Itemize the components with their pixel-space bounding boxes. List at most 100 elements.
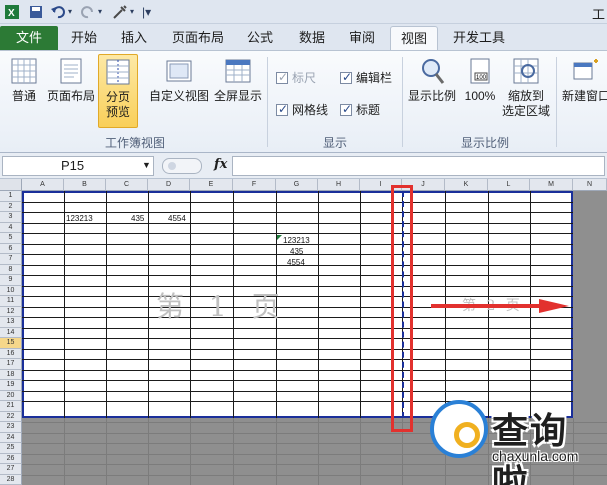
page-layout-view-label: 页面布局 [46,89,95,103]
tab-review[interactable]: 审阅 [342,26,382,50]
row-header[interactable]: 24 [0,432,22,443]
zoom-button[interactable]: 显示比例 [406,57,458,104]
tab-view[interactable]: 视图 [390,26,438,50]
insert-function-button[interactable]: fx [214,157,227,172]
grid-line [22,317,573,318]
tab-file[interactable]: 文件 [0,26,58,50]
row-header[interactable]: 9 [0,275,22,286]
formula-input[interactable] [232,156,605,176]
column-header[interactable]: K [445,179,488,191]
column-header[interactable]: N [573,179,607,191]
tab-home[interactable]: 开始 [62,26,106,50]
row-header[interactable]: 21 [0,401,22,412]
svg-text:X: X [8,8,15,19]
row-header[interactable]: 26 [0,453,22,464]
row-header[interactable]: 16 [0,348,22,359]
zoom-to-selection-label-1: 缩放到 [507,89,544,103]
tab-formulas[interactable]: 公式 [240,26,280,50]
column-header[interactable]: L [488,179,530,191]
row-header[interactable]: 11 [0,296,22,307]
row-header[interactable]: 18 [0,369,22,380]
ribbon-tab-bar: 文件 开始 插入 页面布局 公式 数据 审阅 视图 开发工具 [0,24,607,50]
page-layout-view-button[interactable]: 页面布局 [46,57,96,104]
cell-d3[interactable]: 4554 [168,214,186,224]
row-header[interactable]: 5 [0,233,22,244]
row-header[interactable]: 23 [0,422,22,433]
headings-checkbox[interactable]: 标题 [340,102,381,117]
tab-developer[interactable]: 开发工具 [446,26,512,50]
formula-bar-checkbox[interactable]: 编辑栏 [340,70,392,85]
cell-g6[interactable]: 435 [290,247,303,257]
column-header[interactable]: G [276,179,318,191]
redo-dropdown-icon[interactable]: ▾ [98,4,102,20]
column-header[interactable]: H [318,179,360,191]
row-header[interactable]: 27 [0,464,22,475]
tools-dropdown-icon[interactable]: ▾ [130,4,134,20]
row-header[interactable]: 3 [0,212,22,223]
quick-access-toolbar: X ▾ ▾ ▾ |▾ 工 [0,0,607,24]
ruler-checkbox[interactable]: 标尺 [276,70,316,85]
formula-bar-expand-icon[interactable] [162,158,202,174]
zoom-to-selection-button[interactable]: 缩放到 选定区域 [500,57,552,119]
cell-g7[interactable]: 4554 [287,258,305,268]
tab-insert[interactable]: 插入 [112,26,156,50]
undo-dropdown-icon[interactable]: ▾ [68,4,72,20]
column-header[interactable]: M [530,179,573,191]
tab-data[interactable]: 数据 [292,26,332,50]
column-header[interactable]: D [148,179,190,191]
tab-page-layout[interactable]: 页面布局 [166,26,230,50]
undo-icon[interactable] [50,4,66,20]
svg-text:100: 100 [476,75,487,81]
row-header[interactable]: 1 [0,191,22,202]
zoom-100-icon: 100 [470,58,490,84]
row-header[interactable]: 13 [0,317,22,328]
grid-line [106,191,107,418]
column-header[interactable]: B [64,179,106,191]
show-group-label: 显示 [322,136,347,150]
grid-line [22,359,573,360]
row-header[interactable]: 15 [0,338,22,349]
row-header[interactable]: 2 [0,201,22,212]
ribbon-view: 普通 页面布局 分页 预览 自定义视图 全屏显示 工作簿视图 标尺 编辑栏 网格… [0,50,607,153]
cell-b3[interactable]: 123213 [66,214,93,224]
row-header[interactable]: 4 [0,222,22,233]
full-screen-button[interactable]: 全屏显示 [212,57,264,104]
cell-g5[interactable]: 123213 [283,236,310,246]
row-header[interactable]: 17 [0,359,22,370]
name-box-dropdown-icon[interactable]: ▼ [142,160,151,170]
row-header[interactable]: 6 [0,243,22,254]
column-header[interactable]: A [22,179,64,191]
customize-qat-icon[interactable]: |▾ [142,4,151,20]
column-header[interactable]: F [233,179,276,191]
grid-line [360,191,361,418]
row-header[interactable]: 10 [0,285,22,296]
row-header[interactable]: 28 [0,474,22,485]
custom-views-button[interactable]: 自定义视图 [146,57,212,104]
row-header[interactable]: 7 [0,254,22,265]
gridlines-checkbox[interactable]: 网格线 [276,102,328,117]
row-header[interactable]: 25 [0,443,22,454]
row-header[interactable]: 12 [0,306,22,317]
page-1-watermark: 第 1 页 [156,290,288,323]
page-break-preview-button[interactable]: 分页 预览 [98,54,138,128]
name-box[interactable]: P15 [2,156,154,176]
redo-icon[interactable] [80,4,96,20]
tools-icon[interactable] [112,4,128,20]
row-header[interactable]: 14 [0,327,22,338]
error-indicator-icon [277,235,282,240]
save-icon[interactable] [28,4,44,20]
row-header[interactable]: 19 [0,380,22,391]
zoom-to-selection-label-2: 选定区域 [501,104,550,118]
normal-view-button[interactable]: 普通 [4,57,44,104]
row-header[interactable]: 22 [0,411,22,422]
row-header[interactable]: 8 [0,264,22,275]
column-header[interactable]: C [106,179,148,191]
row-header[interactable]: 20 [0,390,22,401]
select-all-corner[interactable] [0,179,22,191]
new-window-button[interactable]: 新建窗口 [560,57,607,104]
column-header[interactable]: E [190,179,233,191]
zoom-100-button[interactable]: 100 100% [460,57,500,104]
grid-line [22,212,573,213]
headings-label: 标题 [356,103,381,117]
cell-c3[interactable]: 435 [131,214,144,224]
